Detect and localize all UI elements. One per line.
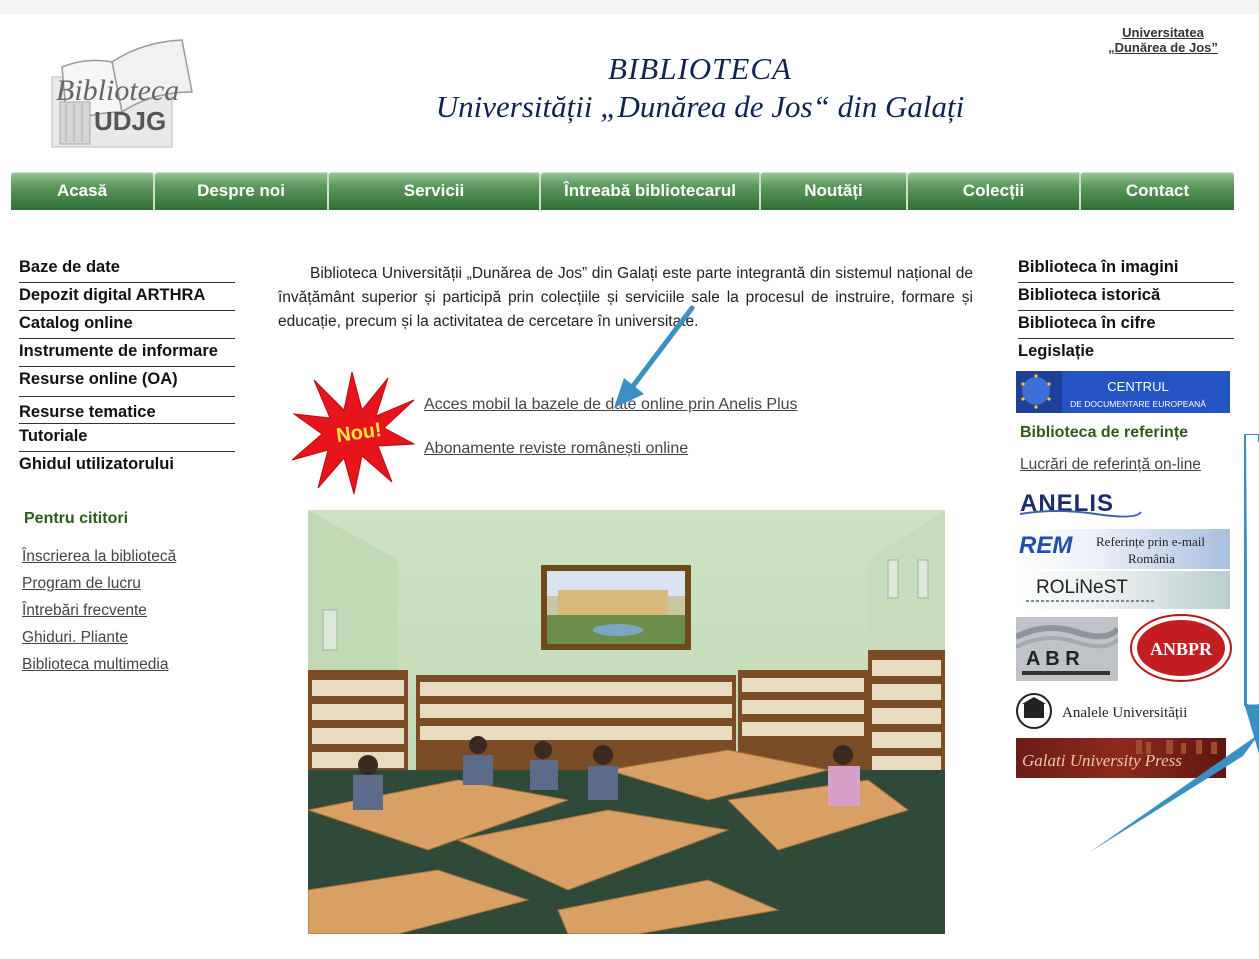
site-title: BIBLIOTECA Universității „Dunărea de Jos…: [380, 50, 1020, 126]
rem-logo: REM: [1019, 532, 1073, 559]
nav-despre-noi[interactable]: Despre noi: [155, 172, 329, 210]
right-sidebar: Biblioteca în imagini Biblioteca istoric…: [1018, 255, 1234, 367]
link-inscrierea[interactable]: Înscrierea la bibliotecă: [22, 548, 235, 575]
link-abonamente-reviste[interactable]: Abonamente reviste românești online: [424, 440, 688, 458]
banner-abr[interactable]: A B R: [1014, 617, 1121, 681]
abr-text: A B R: [1026, 648, 1080, 670]
left-menu-depozit-arthra[interactable]: Depozit digital ARTHRA: [19, 283, 235, 311]
right-menu-biblioteca-in-cifre[interactable]: Biblioteca în cifre: [1018, 311, 1234, 339]
link-ghiduri-pliante[interactable]: Ghiduri. Pliante: [22, 629, 235, 656]
main-nav: Acasă Despre noi Servicii Întreabă bibli…: [11, 172, 1234, 210]
left-menu-tutoriale[interactable]: Tutoriale: [19, 424, 235, 452]
left-menu-instrumente[interactable]: Instrumente de informare: [19, 339, 235, 367]
gup-text: Galati University Press: [1022, 751, 1182, 770]
banner-anelis[interactable]: ANELIS: [1016, 484, 1146, 520]
banner-rolinest[interactable]: ROLiNeST: [1016, 571, 1230, 609]
rem-text-line1: Referințe prin e-mail: [1096, 534, 1205, 549]
university-link-line2: „Dunărea de Jos”: [1108, 40, 1218, 55]
left-sidebar: Baze de date Depozit digital ARTHRA Cata…: [19, 255, 235, 683]
logo-script-text: Biblioteca: [56, 74, 179, 107]
pentru-cititori-links: Înscrierea la bibliotecă Program de lucr…: [19, 548, 235, 683]
left-menu-ghidul-utilizatorului[interactable]: Ghidul utilizatorului: [19, 452, 235, 480]
rolinest-text: ROLiNeST: [1036, 577, 1128, 598]
right-menu-biblioteca-istorica[interactable]: Biblioteca istorică: [1018, 283, 1234, 311]
nav-acasa[interactable]: Acasă: [11, 172, 155, 210]
site-title-line1: BIBLIOTECA: [608, 51, 792, 86]
link-program-de-lucru[interactable]: Program de lucru: [22, 575, 235, 602]
left-menu-resurse-tematice[interactable]: Resurse tematice: [19, 397, 235, 424]
banner-rem[interactable]: REM Referințe prin e-mail România: [1016, 529, 1230, 569]
biblioteca-de-referinte-heading: Biblioteca de referințe: [1020, 424, 1189, 441]
pentru-cititori-heading: Pentru cititori: [24, 510, 129, 527]
university-link[interactable]: Universitatea „Dunărea de Jos”: [1088, 25, 1238, 55]
right-menu-legislatie[interactable]: Legislație: [1018, 339, 1234, 367]
intro-paragraph: Biblioteca Universității „Dunărea de Jos…: [278, 265, 973, 330]
nav-intreaba-bibliotecarul[interactable]: Întreabă bibliotecarul: [541, 172, 761, 210]
site-title-line2: Universității „Dunărea de Jos“ din Galaț…: [435, 89, 965, 124]
reading-room-photo: [308, 510, 945, 934]
banner-analele-universitatii[interactable]: Analele Universității: [1016, 691, 1230, 731]
logo-abbr-text: UDJG: [94, 106, 166, 136]
link-biblioteca-multimedia[interactable]: Biblioteca multimedia: [22, 656, 235, 683]
left-menu-baze-de-date[interactable]: Baze de date: [19, 255, 235, 283]
analele-text: Analele Universității: [1062, 705, 1187, 721]
top-band: [0, 0, 1259, 14]
nav-servicii[interactable]: Servicii: [329, 172, 541, 210]
anbpr-text: ANBPR: [1150, 639, 1213, 659]
banner-anbpr[interactable]: ANBPR: [1130, 614, 1232, 682]
new-badge-starburst: Nou!: [290, 370, 416, 495]
rem-text-line2: România: [1128, 551, 1175, 566]
link-lucrari-de-referinta[interactable]: Lucrări de referință on-line: [1020, 456, 1201, 474]
nav-colectii[interactable]: Colecții: [908, 172, 1081, 210]
left-menu: Baze de date Depozit digital ARTHRA Cata…: [19, 255, 235, 480]
left-menu-catalog-online[interactable]: Catalog online: [19, 311, 235, 339]
left-menu-resurse-online[interactable]: Resurse online (OA): [19, 367, 235, 397]
cde-line2: DE DOCUMENTARE EUROPEANĂ: [1070, 399, 1206, 409]
banner-galati-university-press[interactable]: Galati University Press: [1016, 738, 1226, 778]
nav-contact[interactable]: Contact: [1081, 172, 1234, 210]
link-acces-mobil-anelis[interactable]: Acces mobil la bazele de date online pri…: [424, 396, 798, 414]
right-menu: Biblioteca în imagini Biblioteca istoric…: [1018, 255, 1234, 367]
cde-line1: CENTRUL: [1107, 379, 1168, 394]
university-link-line1: Universitatea: [1122, 25, 1204, 40]
right-menu-biblioteca-in-imagini[interactable]: Biblioteca în imagini: [1018, 255, 1234, 283]
link-intrebari-frecvente[interactable]: Întrebări frecvente: [22, 602, 235, 629]
nav-noutati[interactable]: Noutăți: [761, 172, 908, 210]
banner-centrul-documentare-europeana[interactable]: CENTRUL DE DOCUMENTARE EUROPEANĂ: [1016, 371, 1230, 413]
library-logo[interactable]: Biblioteca UDJG: [42, 32, 222, 154]
